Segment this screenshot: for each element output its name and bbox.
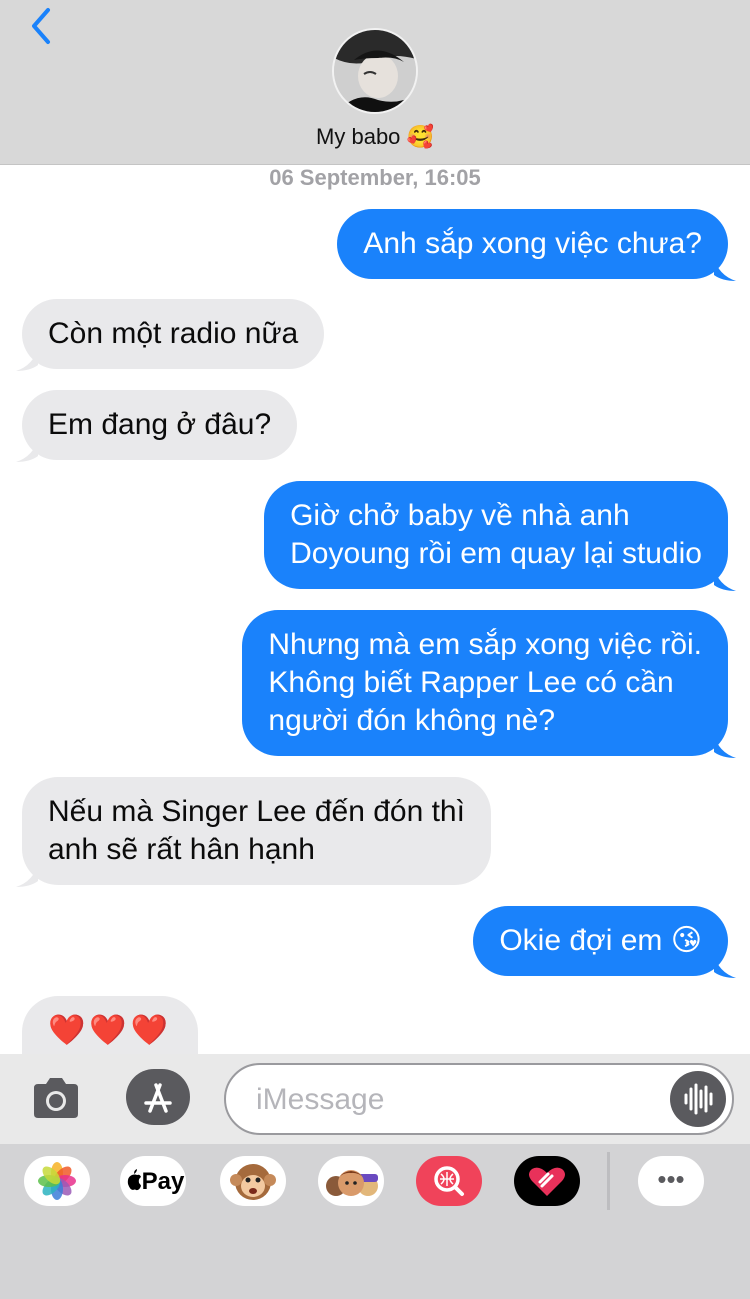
imessage-placeholder: iMessage <box>256 1083 385 1116</box>
memoji-icon[interactable] <box>318 1156 384 1206</box>
contact-name-text: My babo <box>316 124 401 149</box>
message-bubble-sent[interactable]: Giờ chở baby về nhà anh Doyoung rồi em q… <box>264 481 728 589</box>
message-bubble-received[interactable]: ❤️❤️❤️ <box>22 996 199 1056</box>
message-bubble-sent[interactable]: Anh sắp xong việc chưa? <box>337 209 728 279</box>
kissing-face-icon: 😘 <box>670 923 702 958</box>
message-text: Doyoung rồi em quay lại studio <box>290 537 702 570</box>
message-bubble-received[interactable]: Còn một radio nữa <box>22 299 325 369</box>
app-store-icon[interactable] <box>126 1069 190 1125</box>
animoji-icon[interactable] <box>220 1156 286 1206</box>
message-text: anh sẽ rất hân hạnh <box>48 833 315 866</box>
bubble-tail <box>714 734 736 758</box>
bubble-tail <box>16 863 38 887</box>
digital-touch-icon[interactable] <box>514 1156 580 1206</box>
bubble-tail <box>714 257 736 281</box>
imessage-input[interactable]: iMessage <box>224 1063 734 1135</box>
message-bubble-received[interactable]: Em đang ở đâu? <box>22 390 298 460</box>
apple-pay-label: Pay <box>141 1168 185 1195</box>
drawer-divider <box>607 1152 610 1210</box>
hearts-message-text: ❤️❤️❤️ <box>48 1013 173 1048</box>
apple-pay-icon[interactable]: Pay <box>120 1156 186 1206</box>
compose-bar: iMessage <box>0 1054 750 1144</box>
message-text: Okie đợi em 😘 <box>499 922 702 960</box>
app-drawer: Pay ••• <box>0 1144 750 1299</box>
message-bubble-received[interactable]: Nếu mà Singer Lee đến đón thì anh sẽ rất… <box>22 777 491 885</box>
more-icon[interactable]: ••• <box>638 1156 704 1206</box>
conversation-header: My babo 🥰 <box>0 0 750 165</box>
avatar[interactable] <box>332 28 418 114</box>
smiling-face-hearts-icon: 🥰 <box>406 125 434 150</box>
back-chevron-icon[interactable] <box>22 4 62 48</box>
bubble-tail <box>714 954 736 978</box>
audio-waveform-icon[interactable] <box>670 1071 726 1127</box>
message-text: người đón không nè? <box>268 704 556 737</box>
photos-icon[interactable] <box>24 1156 90 1206</box>
more-label: ••• <box>657 1164 685 1194</box>
message-text: Giờ chở baby về nhà anh <box>290 499 630 532</box>
contact-name[interactable]: My babo 🥰 <box>0 124 750 150</box>
bubble-tail <box>16 347 38 371</box>
message-bubble-sent[interactable]: Okie đợi em 😘 <box>473 906 728 976</box>
message-text: Em đang ở đâu? <box>48 408 272 441</box>
bubble-tail <box>714 567 736 591</box>
message-text: Nhưng mà em sắp xong việc rồi. <box>268 628 702 661</box>
message-text: Nếu mà Singer Lee đến đón thì <box>48 795 465 828</box>
message-text: Còn một radio nữa <box>48 317 299 350</box>
message-text-content: Okie đợi em <box>499 924 663 957</box>
message-text: Không biết Rapper Lee có cần <box>268 666 674 699</box>
message-timestamp: 06 September, 16:05 <box>269 165 481 190</box>
bubble-tail <box>16 438 38 462</box>
camera-icon[interactable] <box>30 1072 82 1124</box>
message-bubble-sent[interactable]: Nhưng mà em sắp xong việc rồi. Không biế… <box>242 610 728 756</box>
search-images-icon[interactable] <box>416 1156 482 1206</box>
message-text: Anh sắp xong việc chưa? <box>363 227 702 260</box>
